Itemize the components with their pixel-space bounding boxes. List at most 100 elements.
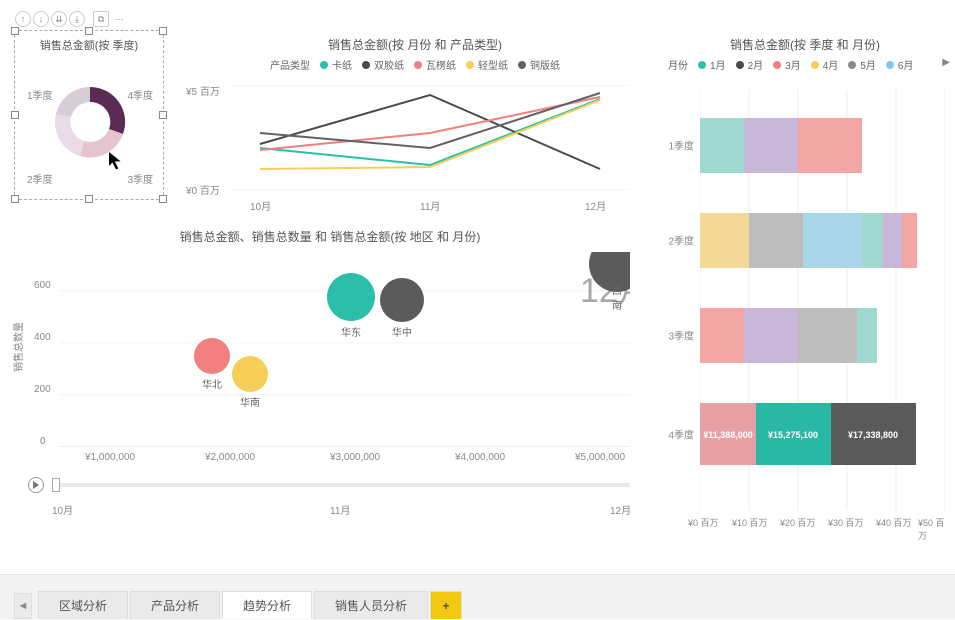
play-axis[interactable]: [28, 477, 638, 493]
tab-add[interactable]: +: [430, 591, 462, 619]
x-tick: ¥1,000,000: [85, 452, 135, 463]
legend-item[interactable]: 5月: [848, 57, 876, 72]
resize-handle[interactable]: [11, 27, 19, 35]
timeline-tick: 10月: [52, 502, 73, 517]
drill-down-icon[interactable]: ↓: [33, 11, 49, 27]
donut-chart[interactable]: [15, 57, 165, 177]
x-tick: ¥30 百万: [828, 516, 864, 529]
resize-handle[interactable]: [85, 27, 93, 35]
bar-row-4[interactable]: ¥11,388,000 ¥15,275,100 ¥17,338,800: [700, 403, 916, 465]
legend-item[interactable]: 铜版纸: [518, 57, 560, 72]
line-title: 销售总金额(按 月份 和 产品类型): [180, 36, 650, 53]
tab-sales[interactable]: 销售人员分析: [314, 591, 428, 619]
x-tick: 12月: [585, 198, 606, 213]
x-tick: ¥50 百万: [918, 516, 950, 542]
donut-label-q3: 3季度: [127, 171, 153, 186]
bubble-title: 销售总金额、销售总数量 和 销售总金额(按 地区 和 月份): [10, 228, 650, 245]
y-tick: 200: [34, 384, 51, 395]
resize-handle[interactable]: [11, 111, 19, 119]
x-tick: ¥20 百万: [780, 516, 816, 529]
tab-trend[interactable]: 趋势分析: [222, 591, 312, 619]
bar-value: ¥15,275,100: [768, 430, 818, 440]
stacked-plot[interactable]: ¥11,388,000 ¥15,275,100 ¥17,338,800: [700, 90, 945, 510]
bubble-point[interactable]: [327, 273, 375, 321]
donut-visual[interactable]: ↑ ↓ ⇊ ⤓ ⧉ ⋯ 销售总金额(按 季度) 1季度 4季度 2季: [14, 30, 164, 200]
bar-row-3[interactable]: [700, 308, 877, 363]
y-tick: ¥0 百万: [186, 182, 220, 197]
drill-up-icon[interactable]: ↑: [15, 11, 31, 27]
bar-row-label: 1季度: [664, 138, 694, 153]
bar-row-label: 3季度: [664, 328, 694, 343]
line-visual[interactable]: 销售总金额(按 月份 和 产品类型) 产品类型 卡纸 双胶纸 瓦楞纸 轻型纸 铜…: [180, 30, 650, 220]
y-tick: 0: [40, 436, 46, 447]
bubble-point[interactable]: [380, 278, 424, 322]
line-plot[interactable]: [230, 85, 630, 190]
play-thumb[interactable]: [52, 478, 60, 492]
stacked-visual[interactable]: 销售总金额(按 季度 和 月份) 月份 1月 2月 3月 4月 5月 6月 ▶: [660, 30, 950, 550]
x-tick: ¥3,000,000: [330, 452, 380, 463]
x-tick: ¥4,000,000: [455, 452, 505, 463]
bubble-label: 华南: [240, 394, 260, 409]
bubble-visual[interactable]: 销售总金额、销售总数量 和 销售总金额(按 地区 和 月份) 销售总数量 0 2…: [10, 222, 650, 547]
bubble-label: 华中: [392, 324, 412, 339]
legend-scroll-icon[interactable]: ▶: [942, 57, 950, 72]
bubble-point[interactable]: [194, 338, 230, 374]
legend-item[interactable]: 瓦楞纸: [414, 57, 456, 72]
report-canvas[interactable]: ↑ ↓ ⇊ ⤓ ⧉ ⋯ 销售总金额(按 季度) 1季度 4季度 2季: [0, 0, 955, 574]
bar-value: ¥17,338,800: [848, 430, 898, 440]
x-tick: ¥2,000,000: [205, 452, 255, 463]
legend-item[interactable]: 双胶纸: [362, 57, 404, 72]
legend-item[interactable]: 轻型纸: [466, 57, 508, 72]
legend-item[interactable]: 1月: [698, 57, 726, 72]
donut-slice-q2[interactable]: [55, 114, 84, 156]
line-legend: 产品类型 卡纸 双胶纸 瓦楞纸 轻型纸 铜版纸: [180, 57, 650, 72]
more-options-icon[interactable]: ⋯: [111, 11, 127, 27]
bubble-label: 华北: [202, 376, 222, 391]
stacked-legend: 月份 1月 2月 3月 4月 5月 6月 ▶: [660, 57, 950, 72]
donut-label-q1: 1季度: [27, 87, 53, 102]
x-tick: ¥40 百万: [876, 516, 912, 529]
bubble-plot[interactable]: 12月 华北 华南 华东 华中 西南: [60, 252, 630, 447]
tab-region[interactable]: 区域分析: [38, 591, 128, 619]
tab-scroll-left[interactable]: ◄: [14, 593, 32, 619]
expand-next-icon[interactable]: ⇊: [51, 11, 67, 27]
focus-mode-icon[interactable]: ⧉: [93, 11, 109, 27]
legend-item[interactable]: 6月: [886, 57, 914, 72]
drill-through-icon[interactable]: ⤓: [69, 11, 85, 27]
stacked-title: 销售总金额(按 季度 和 月份): [660, 36, 950, 53]
resize-handle[interactable]: [159, 27, 167, 35]
legend-item[interactable]: 4月: [811, 57, 839, 72]
bar-value: ¥11,388,000: [703, 430, 753, 440]
bar-row-1[interactable]: [700, 118, 862, 173]
legend-title: 产品类型: [270, 57, 310, 72]
legend-item[interactable]: 2月: [736, 57, 764, 72]
donut-slice-q4[interactable]: [90, 87, 125, 134]
timeline-tick: 11月: [330, 502, 350, 517]
resize-handle[interactable]: [159, 111, 167, 119]
play-track[interactable]: [52, 483, 630, 487]
bubble-ylabel: 销售总数量: [10, 322, 25, 372]
bar-row-label: 4季度: [664, 427, 694, 442]
page-tabs: ◄ 区域分析 产品分析 趋势分析 销售人员分析 +: [0, 574, 955, 619]
legend-item[interactable]: 3月: [773, 57, 801, 72]
x-tick: ¥5,000,000: [575, 452, 625, 463]
tab-product[interactable]: 产品分析: [130, 591, 220, 619]
timeline-tick: 12月: [610, 502, 631, 517]
bubble-label: 西南: [611, 282, 624, 312]
donut-label-q4: 4季度: [127, 87, 153, 102]
donut-slice-q1[interactable]: [56, 87, 90, 117]
x-tick: 10月: [250, 198, 271, 213]
cursor-icon: [109, 152, 123, 170]
donut-label-q2: 2季度: [27, 171, 53, 186]
legend-item[interactable]: 卡纸: [320, 57, 352, 72]
bubble-point[interactable]: [232, 356, 268, 392]
line-series[interactable]: [260, 97, 600, 150]
legend-title: 月份: [668, 57, 688, 72]
play-button[interactable]: [28, 477, 44, 493]
x-tick: ¥0 百万: [688, 516, 719, 529]
y-tick: ¥5 百万: [186, 83, 220, 98]
bar-row-2[interactable]: [700, 213, 917, 268]
resize-handle[interactable]: [159, 195, 167, 203]
resize-handle[interactable]: [11, 195, 19, 203]
resize-handle[interactable]: [85, 195, 93, 203]
